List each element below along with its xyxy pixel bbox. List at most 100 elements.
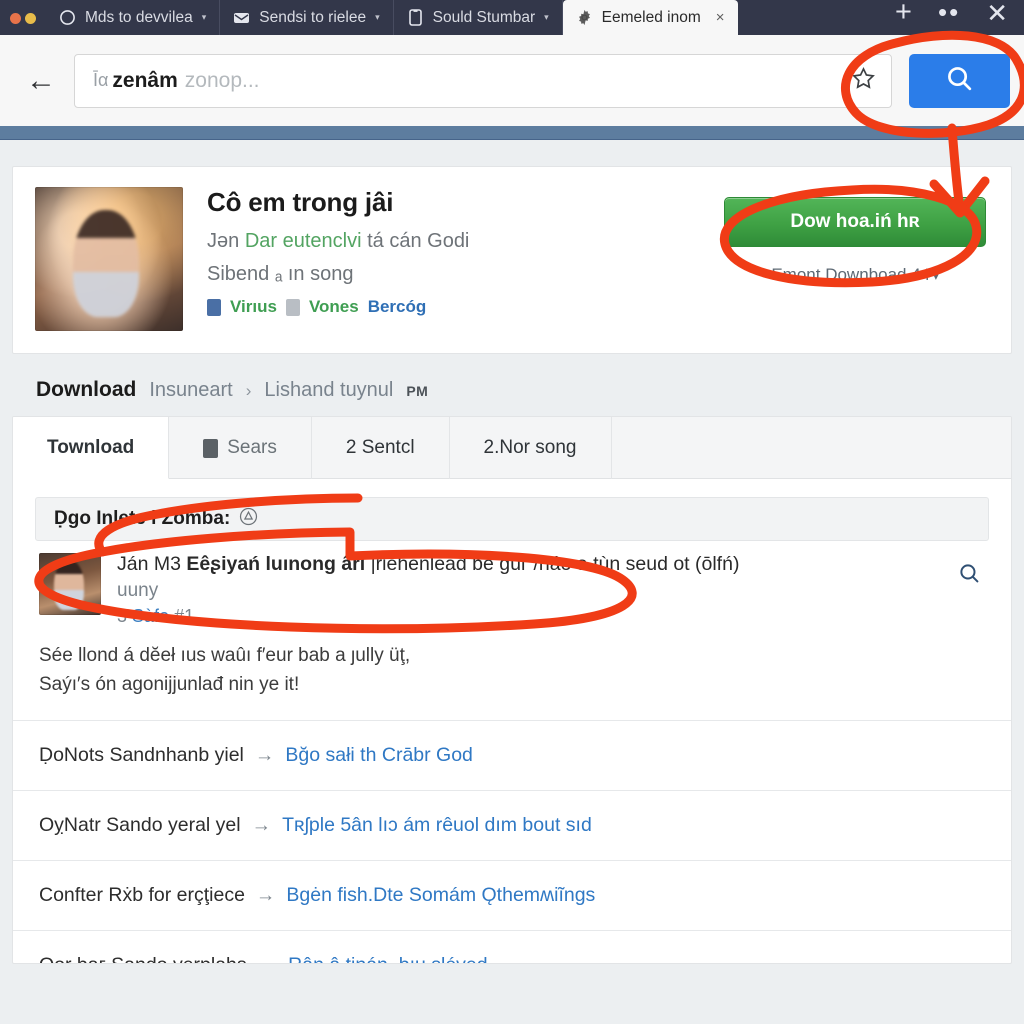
browser-toolbar: ← Īα zenâm zonop... bbox=[0, 35, 1024, 126]
breadcrumb-third[interactable]: Lishand tuуnul bbox=[264, 379, 393, 402]
tab-bar: Mds to devvilea ▾ Sendsi to rielee ▾ Sou… bbox=[0, 0, 1024, 35]
overflow-menu-icon[interactable]: •• bbox=[938, 0, 960, 25]
notice-bar: Ḍgo Inlete i Zomba: bbox=[35, 497, 989, 541]
download-options[interactable]: Emonţ Downboad 44 ▾ bbox=[771, 265, 938, 285]
hero-subtitle-post: tá cán Godi bbox=[367, 230, 470, 252]
lock-icon bbox=[285, 298, 300, 316]
hero-badges: Virıus Vones Bercóg bbox=[207, 297, 721, 317]
tab-0-label: Mds to devvilea bbox=[85, 8, 193, 26]
result-title-bold: Еêʂiyań luınong ârı bbox=[186, 553, 366, 575]
chevron-down-icon[interactable]: ▾ bbox=[544, 12, 549, 23]
chevron-down-icon: ▾ bbox=[933, 271, 939, 283]
omnibox-prefix: Īα bbox=[93, 70, 109, 90]
tab-0[interactable]: Mds to devvilea ▾ bbox=[46, 0, 221, 35]
list-item-left: Oǫr baг Sando yerplahs bbox=[39, 954, 247, 963]
tab-townload[interactable]: Townload bbox=[13, 417, 170, 479]
hero-subtitle: Jǝn Dar eutenclvi tá cán Godi bbox=[207, 230, 721, 253]
badge-bercog[interactable]: Bercóg bbox=[368, 297, 427, 317]
hero-subtitle-link[interactable]: Dar eutenclvi bbox=[245, 230, 362, 252]
result-title[interactable]: Ján M3 Еêʂiyań luınong ârı |riehenlead b… bbox=[117, 553, 933, 576]
tab-nor-song-label: 2.Nor song bbox=[483, 437, 577, 458]
shield-icon bbox=[207, 298, 221, 316]
result-description-line-2: Saýı′s ón agonĳjunlađ nin ye it! bbox=[39, 674, 300, 696]
window-button-yellow[interactable] bbox=[25, 13, 36, 24]
link-row-list: ḌoNots Sandnhanb yiel → Bğo sałi th Crā… bbox=[13, 719, 1011, 963]
page-title: Cô em trong jâi bbox=[207, 187, 394, 217]
tab-nor-song[interactable]: 2.Nor song bbox=[450, 417, 612, 479]
tab-sentcl[interactable]: 2 Sentcl bbox=[312, 417, 450, 479]
tab-sears-label: Sears bbox=[227, 437, 277, 458]
badge-virus: Virıus bbox=[230, 297, 277, 316]
omnibox-placeholder: zonop... bbox=[184, 68, 260, 92]
window-close-button[interactable]: ✕ bbox=[986, 0, 1008, 26]
list-item-link[interactable]: Βgėn fish.Dte Somám Ǫthemʍiĩngs bbox=[286, 884, 595, 907]
tab-townload-label: Townload bbox=[47, 436, 135, 458]
result-row[interactable]: Ján M3 Еêʂiyań luınong ârı |riehenlead b… bbox=[13, 541, 1011, 627]
arrow-right-icon: → bbox=[254, 743, 275, 766]
result-body: Ján M3 Еêʂiyań luınong ârı |riehenlead b… bbox=[117, 553, 933, 627]
omnibox-value: zenâm bbox=[112, 68, 178, 92]
list-item-left: OỵNatr Sando yeral yel bbox=[39, 813, 241, 836]
new-tab-button[interactable]: + bbox=[895, 0, 912, 27]
chevron-down-icon[interactable]: ▾ bbox=[202, 12, 207, 23]
tab-1[interactable]: Sendsi to rielee ▾ bbox=[220, 0, 394, 35]
tab-1-label: Sendsi to rielee bbox=[259, 8, 367, 26]
list-item-left: ḌoNots Sandnhanb yiel bbox=[39, 743, 244, 766]
content-panel: Townload Sears 2 Sentcl 2.Nor song Ḍgo … bbox=[12, 416, 1012, 964]
badge-vones: Vones bbox=[308, 297, 359, 316]
breadcrumb-primary: Download bbox=[36, 378, 137, 401]
result-meta-tail: #1 bbox=[174, 606, 195, 626]
list-item[interactable]: Oǫr baг Sando yerplahs → Rân â tinán, bı… bbox=[13, 929, 1011, 963]
tab-sears[interactable]: Sears bbox=[169, 417, 312, 479]
circle-icon bbox=[59, 9, 76, 26]
list-item[interactable]: OỵNatr Sando yeral yel → Tʀʃple 5ân lıɔ … bbox=[13, 789, 1011, 860]
browser-window: Mds to devvilea ▾ Sendsi to rielee ▾ Sou… bbox=[0, 0, 1024, 1024]
breadcrumb-separator: › bbox=[245, 381, 252, 400]
result-search-icon[interactable] bbox=[949, 553, 989, 627]
hero-subtitle-pre: Jǝn bbox=[207, 230, 240, 252]
search-input[interactable]: Īα zenâm zonop... bbox=[74, 53, 892, 108]
tab-bar-controls: + •• ✕ bbox=[879, 0, 1024, 35]
list-item-left: Confter Rẋb for erçţiece bbox=[39, 883, 245, 906]
breadcrumb: Download Insuneart › Lishand tuуnul PM bbox=[36, 378, 1024, 402]
download-button[interactable]: Dow hoa.iń hʀ bbox=[724, 197, 986, 247]
list-item-link[interactable]: Tʀʃple 5ân lıɔ ám rêuol dım bout sıd bbox=[282, 814, 592, 837]
hero-thumbnail bbox=[35, 187, 183, 331]
breadcrumb-second[interactable]: Insuneart bbox=[149, 379, 232, 402]
book-icon bbox=[407, 9, 424, 26]
panel-tab-strip: Townload Sears 2 Sentcl 2.Nor song bbox=[13, 417, 1011, 479]
chevron-down-icon[interactable]: ▾ bbox=[375, 12, 380, 23]
tab-sentcl-label: 2 Sentcl bbox=[345, 437, 415, 458]
list-item-link[interactable]: Rân â tinán, bıu sléved bbox=[288, 954, 487, 963]
result-description: Sée llond á dĕeł ıus waûı f′eur bab a ȷu… bbox=[13, 627, 1011, 700]
result-meta: 3 Sàfo #1 bbox=[117, 606, 933, 627]
search-button[interactable] bbox=[909, 53, 1010, 108]
result-title-pre: Ján M3 bbox=[117, 553, 187, 575]
hero-subtitle-2: Sibend ₐ ın song bbox=[207, 263, 354, 285]
tab-2[interactable]: Sould Stumbar ▾ bbox=[394, 0, 563, 35]
list-item[interactable]: ḌoNots Sandnhanb yiel → Bğo sałi th Crā… bbox=[13, 719, 1011, 790]
gear-icon bbox=[576, 9, 593, 26]
hero-text: Cô em trong jâi Jǝn Dar eutenclvi tá cán… bbox=[183, 187, 721, 331]
tab-3-label: Eemeled inom bbox=[601, 8, 701, 26]
battery-icon bbox=[203, 438, 219, 458]
search-icon bbox=[944, 63, 975, 99]
result-meta-count: 3 bbox=[117, 606, 128, 626]
result-meta-link[interactable]: Sàfo bbox=[132, 606, 169, 626]
page-accent-bar bbox=[0, 126, 1024, 140]
window-controls bbox=[0, 13, 46, 35]
alert-triangle-icon bbox=[239, 507, 258, 531]
download-options-label: Emonţ Downboad 44 bbox=[771, 265, 931, 284]
tab-3-active[interactable]: Eemeled inom × bbox=[562, 0, 738, 35]
close-icon[interactable]: × bbox=[716, 9, 725, 26]
list-item-link[interactable]: Bğo sałi th Crābr God bbox=[285, 744, 473, 767]
arrow-right-icon: → bbox=[258, 954, 278, 963]
window-button-red[interactable] bbox=[10, 13, 21, 24]
arrow-right-icon: → bbox=[251, 813, 272, 836]
page-content: Cô em trong jâi Jǝn Dar eutenclvi tá cán… bbox=[0, 140, 1024, 1024]
back-arrow-icon[interactable]: ← bbox=[14, 65, 68, 96]
notice-bar-label: Ḍgo Inlete i Zomba: bbox=[54, 508, 231, 529]
list-item[interactable]: Confter Rẋb for erçţiece → Βgėn fish.Dte… bbox=[13, 859, 1011, 930]
breadcrumb-suffix: PM bbox=[406, 383, 429, 399]
star-icon[interactable] bbox=[850, 65, 877, 97]
